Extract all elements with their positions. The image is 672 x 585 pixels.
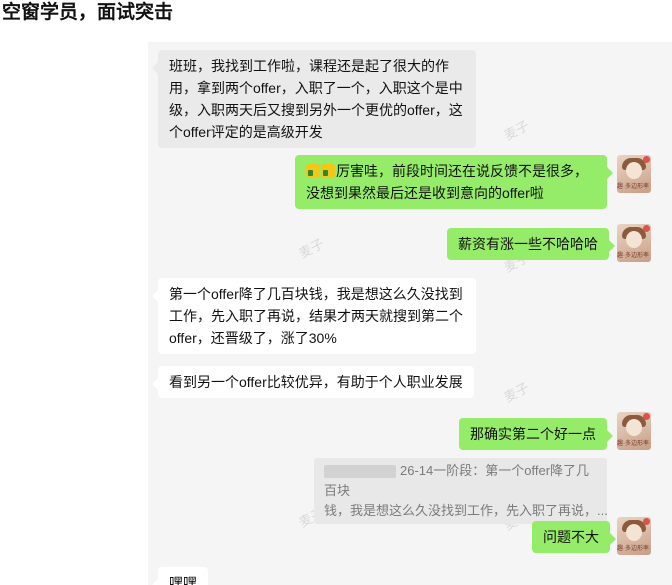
thumbs-up-icon xyxy=(321,164,335,178)
chat-panel[interactable]: 麦子 麦子 麦子 麦子 麦子 麦子 麦子 麦子 麦子 麦子 麦子 麦子 麦子 麦… xyxy=(148,42,672,585)
avatar-badge xyxy=(643,156,650,163)
message-bubble-incoming[interactable]: 嘿嘿 xyxy=(152,567,208,585)
avatar-caption: 趣·多边形率 97 xyxy=(617,253,651,259)
message-bubble-incoming[interactable]: 班班，我找到工作啦，课程还是起了很大的作用，拿到两个offer，入职了一个，入职… xyxy=(152,50,476,148)
quote-line: 钱，我是想这么久没找到工作，先入职了再说，... xyxy=(324,503,608,518)
watermark: 麦子 xyxy=(501,379,532,406)
message-text: 厉害哇，前段时间还在说反馈不是很多，没想到果然最后还是收到意向的offer啦 xyxy=(306,163,588,201)
avatar-badge xyxy=(643,413,650,420)
avatar[interactable]: 趣·多边形率 97 xyxy=(617,155,651,193)
message-bubble-outgoing[interactable]: 问题不大 xyxy=(532,521,616,553)
avatar-caption: 趣·多边形率 97 xyxy=(617,441,651,447)
thumbs-up-icon xyxy=(306,164,320,178)
avatar-face xyxy=(626,231,642,248)
page-title: 空窗学员，面试突击 xyxy=(2,2,174,23)
avatar-face xyxy=(626,419,642,436)
quoted-message[interactable]: 26-14一阶段：第一个offer降了几百块 钱，我是想这么久没找到工作，先入职… xyxy=(314,458,608,524)
avatar-badge xyxy=(643,518,650,525)
avatar[interactable]: 趣·多边形率 97 xyxy=(617,517,651,555)
avatar-face xyxy=(626,162,642,179)
avatar[interactable]: 趣·多边形率 97 xyxy=(617,412,651,450)
message-bubble-outgoing[interactable]: 那确实第二个好一点 xyxy=(459,418,613,450)
message-bubble-incoming[interactable]: 第一个offer降了几百块钱，我是想这么久没找到工作，先入职了再说，结果才两天就… xyxy=(152,278,476,354)
avatar-caption: 趣·多边形率 97 xyxy=(617,546,651,552)
watermark: 麦子 xyxy=(296,235,327,262)
message-bubble-outgoing[interactable]: 薪资有涨一些不哈哈哈 xyxy=(447,228,615,260)
avatar[interactable]: 趣·多边形率 97 xyxy=(617,224,651,262)
message-bubble-incoming[interactable]: 看到另一个offer比较优异，有助于个人职业发展 xyxy=(152,366,474,398)
avatar-face xyxy=(626,524,642,541)
avatar-badge xyxy=(643,225,650,232)
blurred-name xyxy=(324,465,396,479)
watermark: 麦子 xyxy=(501,117,532,144)
message-bubble-outgoing[interactable]: 厉害哇，前段时间还在说反馈不是很多，没想到果然最后还是收到意向的offer啦 xyxy=(295,155,613,209)
quote-line: 26-14一阶段：第一个offer降了几百块 xyxy=(324,463,590,498)
avatar-caption: 趣·多边形率 97 xyxy=(617,184,651,190)
